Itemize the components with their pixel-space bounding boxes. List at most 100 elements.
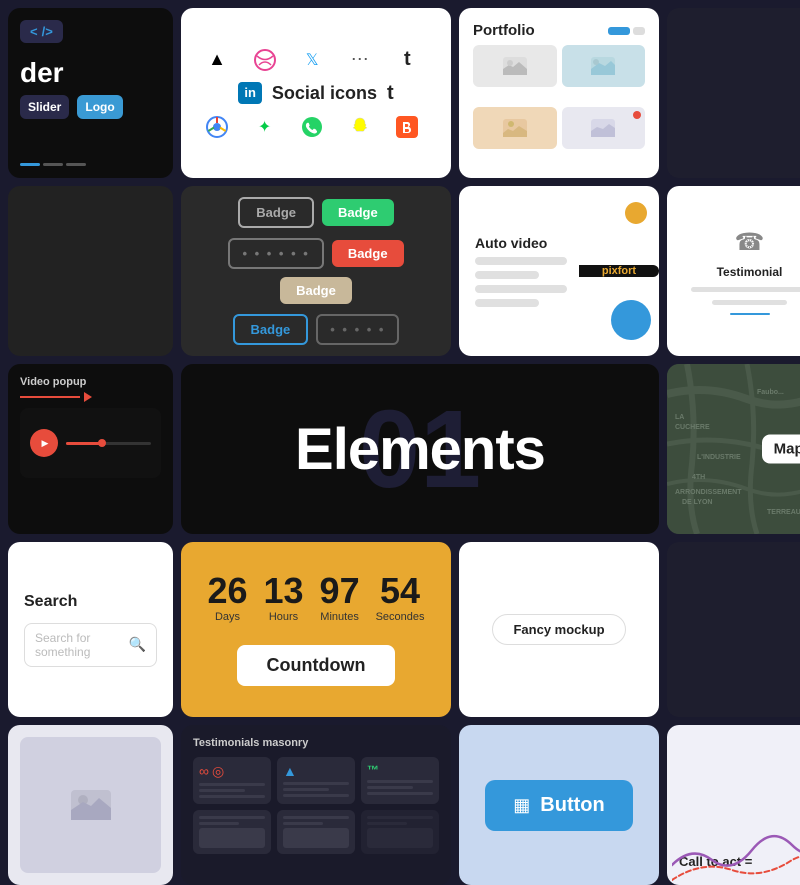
logo-label-2: Logo	[85, 100, 114, 114]
auto-video-line-2	[475, 271, 539, 279]
svg-text:4TH: 4TH	[692, 474, 705, 481]
search-input-wrapper[interactable]: Search for something 🔍	[24, 623, 157, 667]
testimonial-icon: ☎	[735, 228, 765, 257]
testimonials-masonry-label: Testimonials masonry	[193, 737, 308, 749]
portfolio-title: Portfolio	[473, 22, 535, 39]
t-line-2	[199, 789, 245, 792]
badge-collection-card: Badge Badge • • • • • • Badge Badge Badg…	[181, 186, 451, 356]
testimonial-item-5	[277, 810, 355, 854]
t-line-1	[199, 783, 265, 786]
portfolio-item-2	[562, 45, 646, 87]
svg-text:TERREAUX: TERREAUX	[767, 509, 800, 516]
social-icon-twitter: 𝕏	[296, 44, 328, 76]
badge-green[interactable]: Badge	[322, 199, 394, 226]
t-img-3	[367, 828, 433, 848]
svg-text:DE LYON: DE LYON	[682, 499, 712, 506]
svg-text:CUCHERE: CUCHERE	[675, 424, 710, 431]
auto-video-card: Auto video pixfort	[459, 186, 659, 356]
progress-bar	[66, 442, 151, 445]
fancy-mockup-card: Fancy mockup	[459, 542, 659, 717]
testimonial-item-1: ∞ ◎	[193, 757, 271, 804]
auto-video-line-4	[475, 299, 539, 307]
t-line-13	[283, 822, 323, 825]
call-to-act-card: Call to act =	[667, 725, 800, 885]
countdown-days-label: Days	[215, 611, 240, 623]
t-line-12	[283, 816, 349, 819]
badge-dots-2[interactable]: • • • • •	[316, 314, 399, 345]
countdown-hours-number: 13	[264, 573, 304, 609]
testimonial-card: ☎ Testimonial	[667, 186, 800, 356]
testimonial-item-4	[193, 810, 271, 854]
countdown-seconds: 54 Secondes	[376, 573, 425, 623]
fancy-mockup-button[interactable]: Fancy mockup	[492, 614, 625, 645]
auto-video-title: Auto video	[475, 235, 567, 251]
t-img-1	[199, 828, 265, 848]
search-card: Search Search for something 🔍	[8, 542, 173, 717]
testimonials-masonry-card: Testimonials masonry ∞ ◎ ▲	[181, 725, 451, 885]
portfolio-nav-active	[608, 27, 630, 35]
slider-code-badge: < />	[20, 20, 63, 43]
video-popup-label: Video popup	[20, 376, 86, 388]
portfolio-nav	[608, 27, 645, 35]
auto-video-circle-blue	[611, 300, 651, 340]
t-line-6	[283, 794, 349, 797]
badge-blue-outline[interactable]: Badge	[233, 314, 309, 345]
portfolio-item-3	[473, 107, 557, 149]
search-placeholder: Search for something	[35, 631, 123, 659]
social-icon-chrome	[201, 111, 233, 143]
social-icons-label: Social icons	[272, 83, 377, 104]
t-line-11	[199, 822, 239, 825]
testimonial-label: Testimonial	[717, 265, 783, 279]
social-icons-top: ▲ 𝕏 ⋯ t	[201, 44, 431, 76]
badge-card-dark	[8, 186, 173, 356]
badge-red[interactable]: Badge	[332, 240, 404, 267]
social-icons-bottom: ✦	[201, 111, 431, 143]
auto-video-circle-orange	[625, 202, 647, 224]
countdown-minutes-number: 97	[320, 573, 360, 609]
social-icon-t: t	[391, 44, 423, 76]
social-icons-middle: in Social icons t	[201, 82, 431, 105]
maps-card: LA CUCHERE L'INDUSTRIE 4TH ARRONDISSEMEN…	[667, 364, 800, 534]
countdown-minutes-label: Minutes	[320, 611, 359, 623]
testimonial-icon-1a: ∞	[199, 763, 209, 780]
video-popup-card: Video popup ▶	[8, 364, 173, 534]
logo-label: Slider	[28, 100, 61, 114]
badge-tan[interactable]: Badge	[280, 277, 352, 304]
social-icon-dots: ⋯	[344, 44, 376, 76]
search-label: Search	[24, 593, 77, 611]
social-icon-tumblr: t	[387, 82, 394, 105]
countdown-hours: 13 Hours	[264, 573, 304, 623]
search-icon: 🔍	[129, 636, 146, 653]
maps-label: Maps	[762, 435, 800, 464]
auto-video-visual: pixfort	[579, 265, 659, 277]
t-line-14	[367, 816, 433, 819]
image-placeholder-card	[8, 725, 173, 885]
testimonial-icon-1b: ◎	[212, 763, 224, 780]
t-line-15	[367, 822, 407, 825]
video-player[interactable]: ▶	[20, 408, 161, 478]
portfolio-item-4	[562, 107, 646, 149]
testimonial-icon-2: ▲	[283, 763, 297, 779]
testimonial-item-2: ▲	[277, 757, 355, 804]
social-icon-deviantart: ✦	[249, 111, 281, 143]
empty-card-2	[667, 542, 800, 717]
badge-row-2: • • • • • • Badge Badge	[197, 238, 435, 304]
countdown-seconds-number: 54	[380, 573, 420, 609]
slider-text-der: der	[20, 57, 64, 89]
badge-outline-1[interactable]: Badge	[238, 197, 314, 228]
t-img-2	[283, 828, 349, 848]
badge-dots-1[interactable]: • • • • • •	[228, 238, 323, 269]
auto-video-content: Auto video	[459, 219, 579, 323]
slider-card: < /> der Slider Logo	[8, 8, 173, 178]
svg-text:LA: LA	[675, 414, 684, 421]
testimonial-icon-3: ™	[367, 763, 379, 777]
portfolio-nav-inactive	[633, 27, 645, 35]
social-icon-snapchat	[344, 111, 376, 143]
countdown-button[interactable]: Countdown	[237, 645, 396, 686]
testimonial-icons-1: ∞ ◎	[199, 763, 265, 780]
countdown-card: 26 Days 13 Hours 97 Minutes 54 Secondes …	[181, 542, 451, 717]
t-line-10	[199, 816, 265, 819]
main-button[interactable]: ▦ Button	[485, 780, 632, 831]
play-button[interactable]: ▶	[30, 429, 58, 457]
t-line-7	[367, 780, 433, 783]
